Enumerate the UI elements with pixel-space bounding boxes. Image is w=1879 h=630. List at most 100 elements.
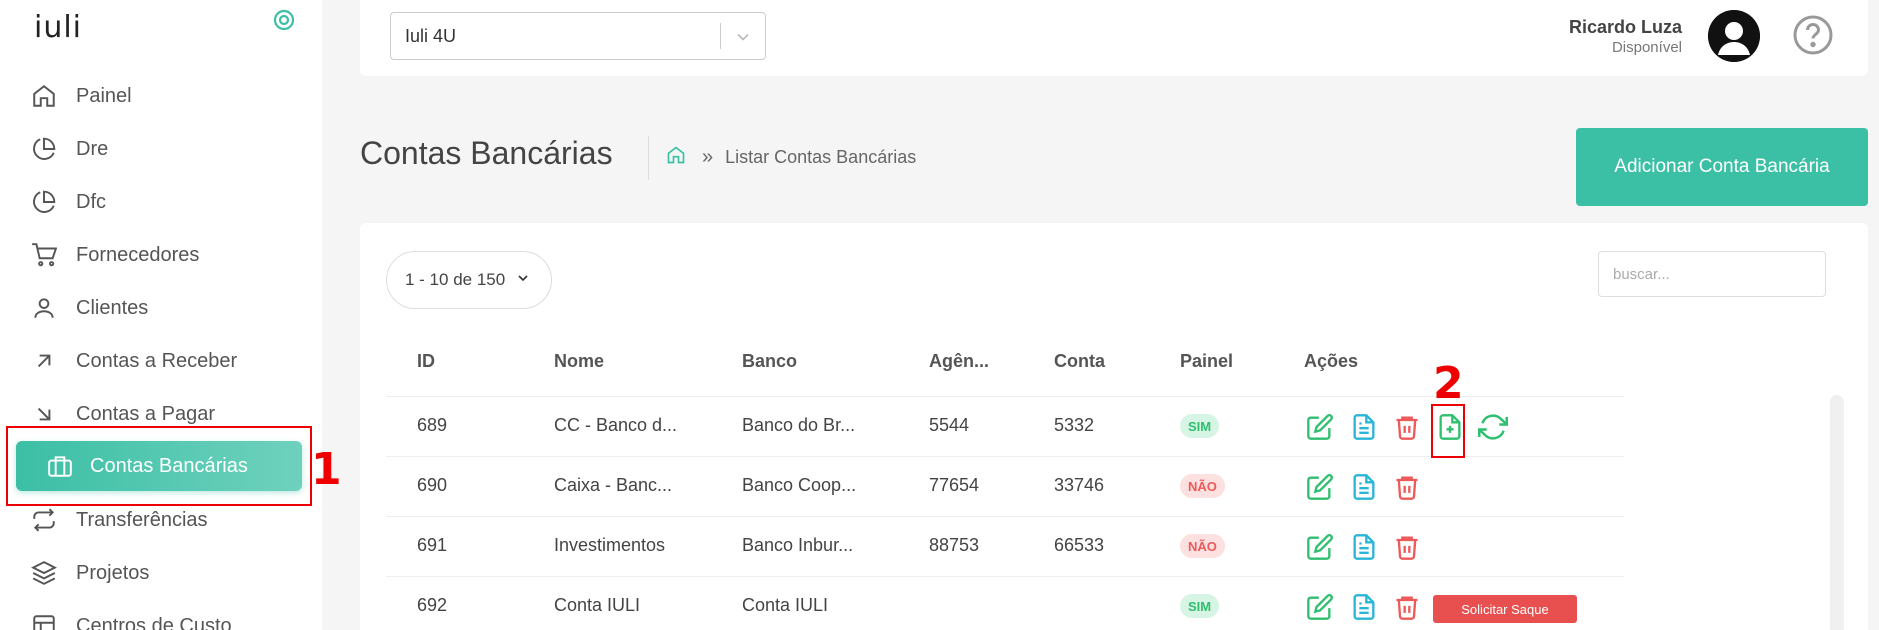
sidebar-item-label: Contas a Pagar (76, 402, 215, 425)
cell-banco: Banco Inbur... (742, 535, 854, 555)
annotation-box-2 (1431, 404, 1465, 458)
sidebar: iuli Painel Dre Dfc Fornecedores Cliente… (0, 0, 322, 630)
shopping-cart-icon (30, 241, 58, 269)
annotation-label-1: 1 (311, 444, 342, 495)
user-status: Disponível (1611, 39, 1682, 56)
pie-chart-icon (30, 188, 58, 216)
table-row: 691 Investimentos Banco Inbur... 88753 6… (386, 516, 1624, 576)
user-icon (30, 294, 58, 322)
sidebar-item-centros-de-custo[interactable]: Centros de Custo (30, 606, 232, 630)
sidebar-item-contas-a-receber[interactable]: Contas a Receber (30, 341, 237, 381)
column-header-acoes: Ações (1304, 351, 1359, 371)
cell-conta: 5332 (1054, 415, 1095, 435)
sidebar-item-label: Dre (76, 137, 109, 160)
layout-icon (30, 612, 58, 630)
trash-icon[interactable] (1391, 471, 1423, 503)
company-select-value: Iuli 4U (405, 25, 457, 46)
cell-agencia: 77654 (929, 475, 980, 495)
sidebar-item-dre[interactable]: Dre (30, 129, 108, 169)
sidebar-item-clientes[interactable]: Clientes (30, 288, 148, 328)
page-title: Contas Bancárias (360, 135, 613, 171)
pie-chart-icon (30, 135, 58, 163)
edit-icon[interactable] (1304, 471, 1336, 503)
sidebar-item-painel[interactable]: Painel (30, 76, 132, 116)
chevron-down-icon (515, 270, 531, 291)
annotation-label-2: 2 (1433, 358, 1464, 409)
sidebar-item-fornecedores[interactable]: Fornecedores (30, 235, 199, 275)
cell-id: 691 (417, 535, 448, 555)
topbar: Iuli 4U Ricardo Luza Disponível (360, 0, 1868, 76)
column-header-banco[interactable]: Banco (742, 351, 797, 372)
edit-icon[interactable] (1304, 591, 1336, 623)
accounts-card: 1 - 10 de 150 ID Nome Banco Agên... Cont… (360, 223, 1868, 630)
sidebar-item-label: Dfc (76, 190, 106, 213)
column-header-conta[interactable]: Conta (1054, 351, 1105, 372)
repeat-icon (30, 506, 58, 534)
cell-nome: CC - Banco d... (554, 415, 678, 435)
document-icon[interactable] (1348, 531, 1380, 563)
document-icon[interactable] (1348, 471, 1380, 503)
arrow-up-right-icon (30, 347, 58, 375)
cell-banco: Banco do Br... (742, 415, 856, 435)
cell-nome: Caixa - Banc... (554, 475, 673, 495)
add-bank-account-button[interactable]: Adicionar Conta Bancária (1576, 128, 1868, 206)
sidebar-item-dfc[interactable]: Dfc (30, 182, 106, 222)
solicitar-saque-button[interactable]: Solicitar Saque (1433, 595, 1577, 623)
cell-id: 690 (417, 475, 448, 495)
sidebar-item-projetos[interactable]: Projetos (30, 553, 149, 593)
edit-icon[interactable] (1304, 531, 1336, 563)
status-badge: NÃO (1180, 474, 1225, 498)
app-logo[interactable]: iuli (34, 10, 82, 45)
breadcrumb-current: Listar Contas Bancárias (725, 147, 917, 167)
status-badge: NÃO (1180, 534, 1225, 558)
annotation-box-1 (6, 426, 312, 506)
table-row: 692 Conta IULI Conta IULI SIM Solicitar … (386, 576, 1624, 630)
logo-text: iuli (34, 10, 83, 45)
page-size-select[interactable]: 1 - 10 de 150 (386, 251, 552, 309)
help-icon[interactable] (1792, 14, 1834, 56)
cell-id: 689 (417, 415, 448, 435)
trash-icon[interactable] (1391, 591, 1423, 623)
column-header-id[interactable]: ID (417, 351, 435, 372)
company-select[interactable]: Iuli 4U (390, 12, 766, 60)
arrow-down-right-icon (30, 400, 58, 428)
cell-conta: 33746 (1054, 475, 1105, 495)
breadcrumb-separator: » (702, 146, 714, 168)
document-icon[interactable] (1348, 591, 1380, 623)
search-input[interactable] (1598, 251, 1826, 297)
column-header-agencia[interactable]: Agên... (929, 351, 989, 372)
sidebar-item-label: Contas a Receber (76, 349, 238, 372)
avatar[interactable] (1708, 10, 1760, 62)
layers-icon (30, 559, 58, 587)
sidebar-toggle-icon[interactable] (272, 8, 296, 32)
cell-id: 692 (417, 595, 448, 615)
chevron-down-icon (733, 27, 753, 52)
cell-banco: Banco Coop... (742, 475, 857, 495)
trash-icon[interactable] (1391, 531, 1423, 563)
cell-nome: Conta IULI (554, 595, 641, 615)
cell-agencia: 88753 (929, 535, 980, 555)
column-header-nome[interactable]: Nome (554, 351, 604, 372)
cell-nome: Investimentos (554, 535, 666, 555)
sidebar-item-label: Painel (76, 84, 132, 107)
edit-icon[interactable] (1304, 411, 1336, 443)
column-header-painel[interactable]: Painel (1180, 351, 1233, 372)
select-separator (720, 23, 721, 49)
status-badge: SIM (1180, 594, 1220, 618)
sidebar-item-label: Centros de Custo (76, 614, 232, 630)
table-row: 690 Caixa - Banc... Banco Coop... 77654 … (386, 456, 1624, 516)
sidebar-item-label: Clientes (76, 296, 149, 319)
home-icon[interactable] (666, 145, 686, 170)
status-badge: SIM (1180, 414, 1220, 438)
user-name: Ricardo Luza (1568, 17, 1682, 37)
cell-conta: 66533 (1054, 535, 1105, 555)
sidebar-item-label: Projetos (76, 561, 150, 584)
document-icon[interactable] (1348, 411, 1380, 443)
table-scrollbar[interactable] (1830, 395, 1844, 630)
trash-icon[interactable] (1391, 411, 1423, 443)
refresh-icon[interactable] (1477, 411, 1509, 443)
home-icon (30, 82, 58, 110)
sidebar-item-transferencias[interactable]: Transferências (30, 500, 208, 540)
breadcrumb: » Listar Contas Bancárias (666, 145, 916, 170)
sidebar-item-label: Transferências (76, 508, 208, 531)
